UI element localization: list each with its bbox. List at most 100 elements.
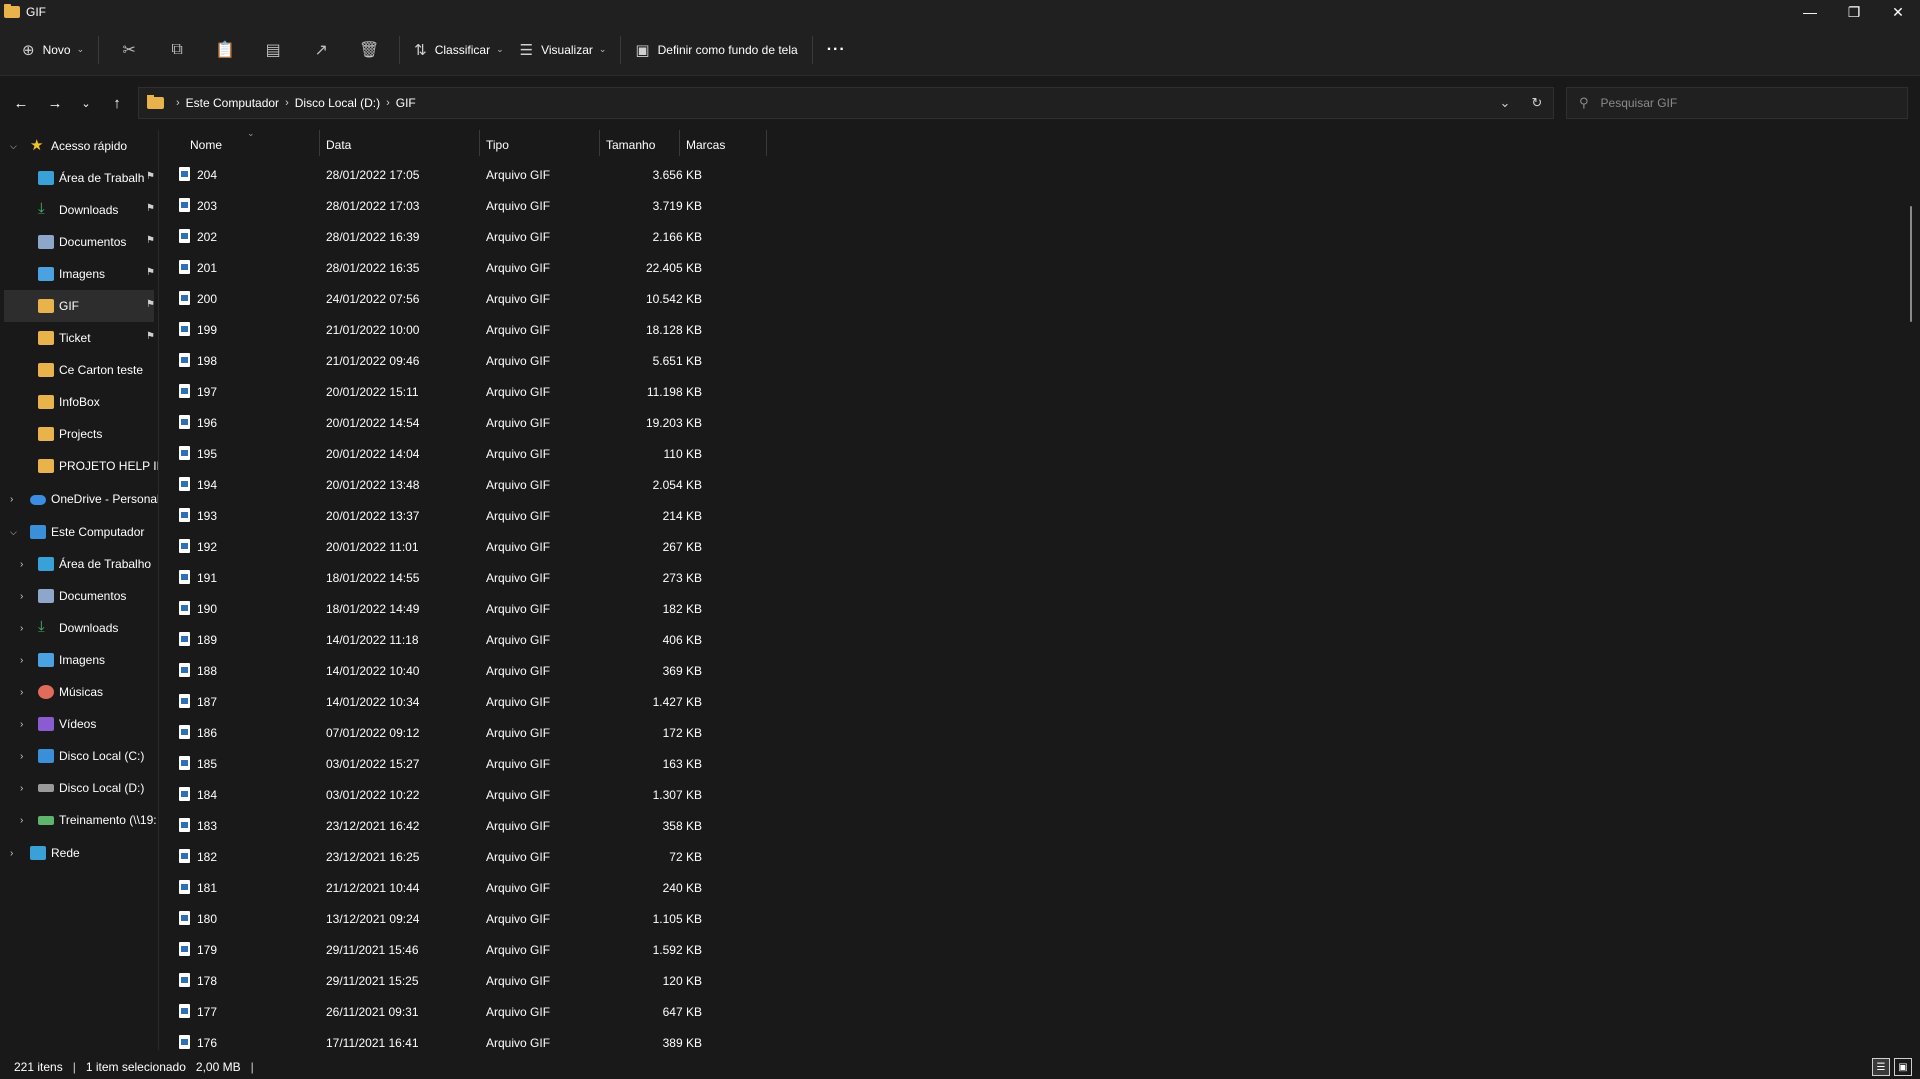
sidebar-item[interactable]: ⌵ Este Computador: [4, 516, 154, 548]
chevron-right-icon[interactable]: ›: [20, 591, 23, 602]
sidebar-item[interactable]: ⤓ Downloads ⚑: [4, 194, 155, 226]
sidebar-item[interactable]: ⌵ ★ Acesso rápido: [4, 130, 154, 162]
file-row[interactable]: 190 18/01/2022 14:49 Arquivo GIF 182 KB: [159, 594, 959, 625]
rename-button[interactable]: ▤: [249, 34, 297, 66]
file-row[interactable]: 179 29/11/2021 15:46 Arquivo GIF 1.592 KB: [159, 935, 959, 966]
file-row[interactable]: 194 20/01/2022 13:48 Arquivo GIF 2.054 KB: [159, 470, 959, 501]
file-row[interactable]: 184 03/01/2022 10:22 Arquivo GIF 1.307 KB: [159, 780, 959, 811]
large-icons-view-button[interactable]: ▣: [1894, 1058, 1912, 1076]
file-row[interactable]: 178 29/11/2021 15:25 Arquivo GIF 120 KB: [159, 966, 959, 997]
column-header-date[interactable]: Data: [326, 138, 351, 152]
sort-button[interactable]: ⇅ Classificar ⌄: [406, 34, 511, 66]
sidebar-item[interactable]: › Vídeos: [4, 708, 154, 740]
recent-locations-button[interactable]: ⌄: [72, 87, 100, 119]
file-row[interactable]: 192 20/01/2022 11:01 Arquivo GIF 267 KB: [159, 532, 959, 563]
sidebar-item[interactable]: › Documentos: [4, 580, 154, 612]
cut-button[interactable]: ✂: [105, 34, 153, 66]
set-wallpaper-button[interactable]: ▣ Definir como fundo de tela: [627, 34, 805, 66]
file-row[interactable]: 202 28/01/2022 16:39 Arquivo GIF 2.166 KB: [159, 222, 959, 253]
chevron-right-icon[interactable]: ›: [20, 815, 23, 826]
chevron-down-icon[interactable]: ⌵: [10, 141, 17, 152]
column-divider[interactable]: [679, 130, 680, 156]
sidebar-item[interactable]: Ticket ⚑: [4, 322, 155, 354]
restore-button[interactable]: ❐: [1832, 0, 1876, 24]
chevron-right-icon[interactable]: ›: [20, 751, 23, 762]
chevron-down-icon[interactable]: ⌵: [10, 527, 17, 538]
file-row[interactable]: 200 24/01/2022 07:56 Arquivo GIF 10.542 KB: [159, 284, 959, 315]
sidebar-item[interactable]: › Rede: [4, 837, 154, 869]
file-row[interactable]: 189 14/01/2022 11:18 Arquivo GIF 406 KB: [159, 625, 959, 656]
breadcrumb-este-computador[interactable]: Este Computador: [186, 96, 279, 110]
breadcrumb-disco-local-d[interactable]: Disco Local (D:): [295, 96, 380, 110]
address-history-button[interactable]: ⌄: [1489, 95, 1521, 111]
sidebar-item[interactable]: Área de Trabalh ⚑: [4, 162, 155, 194]
sidebar-item[interactable]: › Disco Local (D:): [4, 772, 154, 804]
file-row[interactable]: 176 17/11/2021 16:41 Arquivo GIF 389 KB: [159, 1028, 959, 1050]
column-header-type[interactable]: Tipo: [486, 138, 509, 152]
file-row[interactable]: 201 28/01/2022 16:35 Arquivo GIF 22.405 KB: [159, 253, 959, 284]
share-button[interactable]: ↗: [297, 34, 345, 66]
sidebar-item[interactable]: › Área de Trabalho: [4, 548, 154, 580]
chevron-right-icon[interactable]: ›: [20, 687, 23, 698]
up-button[interactable]: ↑: [100, 87, 134, 119]
file-row[interactable]: 204 28/01/2022 17:05 Arquivo GIF 3.656 KB: [159, 160, 959, 191]
chevron-right-icon[interactable]: ›: [20, 623, 23, 634]
sidebar-item[interactable]: › Treinamento (\\19:: [4, 804, 157, 836]
column-divider[interactable]: [766, 130, 767, 156]
column-header-size[interactable]: Tamanho: [606, 138, 655, 152]
more-options-button[interactable]: ···: [819, 34, 854, 66]
file-row[interactable]: 187 14/01/2022 10:34 Arquivo GIF 1.427 KB: [159, 687, 959, 718]
file-row[interactable]: 185 03/01/2022 15:27 Arquivo GIF 163 KB: [159, 749, 959, 780]
chevron-right-icon[interactable]: ›: [10, 494, 13, 505]
chevron-right-icon[interactable]: ›: [20, 783, 23, 794]
file-row[interactable]: 193 20/01/2022 13:37 Arquivo GIF 214 KB: [159, 501, 959, 532]
file-row[interactable]: 177 26/11/2021 09:31 Arquivo GIF 647 KB: [159, 997, 959, 1028]
sidebar-item[interactable]: Documentos ⚑: [4, 226, 155, 258]
file-row[interactable]: 203 28/01/2022 17:03 Arquivo GIF 3.719 KB: [159, 191, 959, 222]
file-row[interactable]: 196 20/01/2022 14:54 Arquivo GIF 19.203 KB: [159, 408, 959, 439]
sidebar-item[interactable]: Imagens ⚑: [4, 258, 155, 290]
file-row[interactable]: 195 20/01/2022 14:04 Arquivo GIF 110 KB: [159, 439, 959, 470]
sidebar-item[interactable]: › Músicas: [4, 676, 154, 708]
file-row[interactable]: 186 07/01/2022 09:12 Arquivo GIF 172 KB: [159, 718, 959, 749]
sidebar-item[interactable]: Projects: [4, 418, 154, 450]
chevron-right-icon[interactable]: ›: [20, 559, 23, 570]
vertical-scrollbar[interactable]: [1910, 206, 1912, 322]
minimize-button[interactable]: —: [1788, 0, 1832, 24]
column-header-name[interactable]: Nome: [190, 138, 222, 152]
refresh-button[interactable]: ↻: [1521, 95, 1553, 111]
sidebar-item[interactable]: › Imagens: [4, 644, 154, 676]
chevron-right-icon[interactable]: ›: [20, 719, 23, 730]
details-view-button[interactable]: ☰: [1872, 1058, 1890, 1076]
view-button[interactable]: ☰ Visualizar ⌄: [512, 34, 615, 66]
search-input[interactable]: ⚲ Pesquisar GIF: [1566, 87, 1908, 119]
chevron-right-icon[interactable]: ›: [386, 97, 390, 109]
chevron-right-icon[interactable]: ›: [285, 97, 289, 109]
file-row[interactable]: 182 23/12/2021 16:25 Arquivo GIF 72 KB: [159, 842, 959, 873]
sidebar-item[interactable]: Ce Carton teste: [4, 354, 154, 386]
back-button[interactable]: ←: [4, 87, 38, 119]
close-button[interactable]: ✕: [1876, 0, 1920, 24]
file-row[interactable]: 199 21/01/2022 10:00 Arquivo GIF 18.128 KB: [159, 315, 959, 346]
new-button[interactable]: ⊕ Novo ⌄: [14, 34, 92, 66]
column-divider[interactable]: [479, 130, 480, 156]
file-row[interactable]: 197 20/01/2022 15:11 Arquivo GIF 11.198 KB: [159, 377, 959, 408]
sidebar-item[interactable]: › ⤓ Downloads: [4, 612, 154, 644]
file-row[interactable]: 188 14/01/2022 10:40 Arquivo GIF 369 KB: [159, 656, 959, 687]
chevron-right-icon[interactable]: ›: [10, 848, 13, 859]
file-row[interactable]: 183 23/12/2021 16:42 Arquivo GIF 358 KB: [159, 811, 959, 842]
sidebar-item[interactable]: › Disco Local (C:): [4, 740, 154, 772]
sidebar-item[interactable]: InfoBox: [4, 386, 154, 418]
sidebar-item[interactable]: › OneDrive - Personal: [4, 483, 158, 515]
file-row[interactable]: 181 21/12/2021 10:44 Arquivo GIF 240 KB: [159, 873, 959, 904]
file-row[interactable]: 180 13/12/2021 09:24 Arquivo GIF 1.105 KB: [159, 904, 959, 935]
column-divider[interactable]: [599, 130, 600, 156]
address-bar[interactable]: › Este Computador › Disco Local (D:) › G…: [138, 87, 1554, 119]
sidebar-item[interactable]: GIF ⚑: [4, 290, 155, 322]
column-header-tags[interactable]: Marcas: [686, 138, 725, 152]
forward-button[interactable]: →: [38, 87, 72, 119]
chevron-right-icon[interactable]: ›: [20, 655, 23, 666]
file-row[interactable]: 198 21/01/2022 09:46 Arquivo GIF 5.651 KB: [159, 346, 959, 377]
paste-button[interactable]: 📋: [201, 34, 249, 66]
delete-button[interactable]: 🗑: [345, 34, 393, 66]
